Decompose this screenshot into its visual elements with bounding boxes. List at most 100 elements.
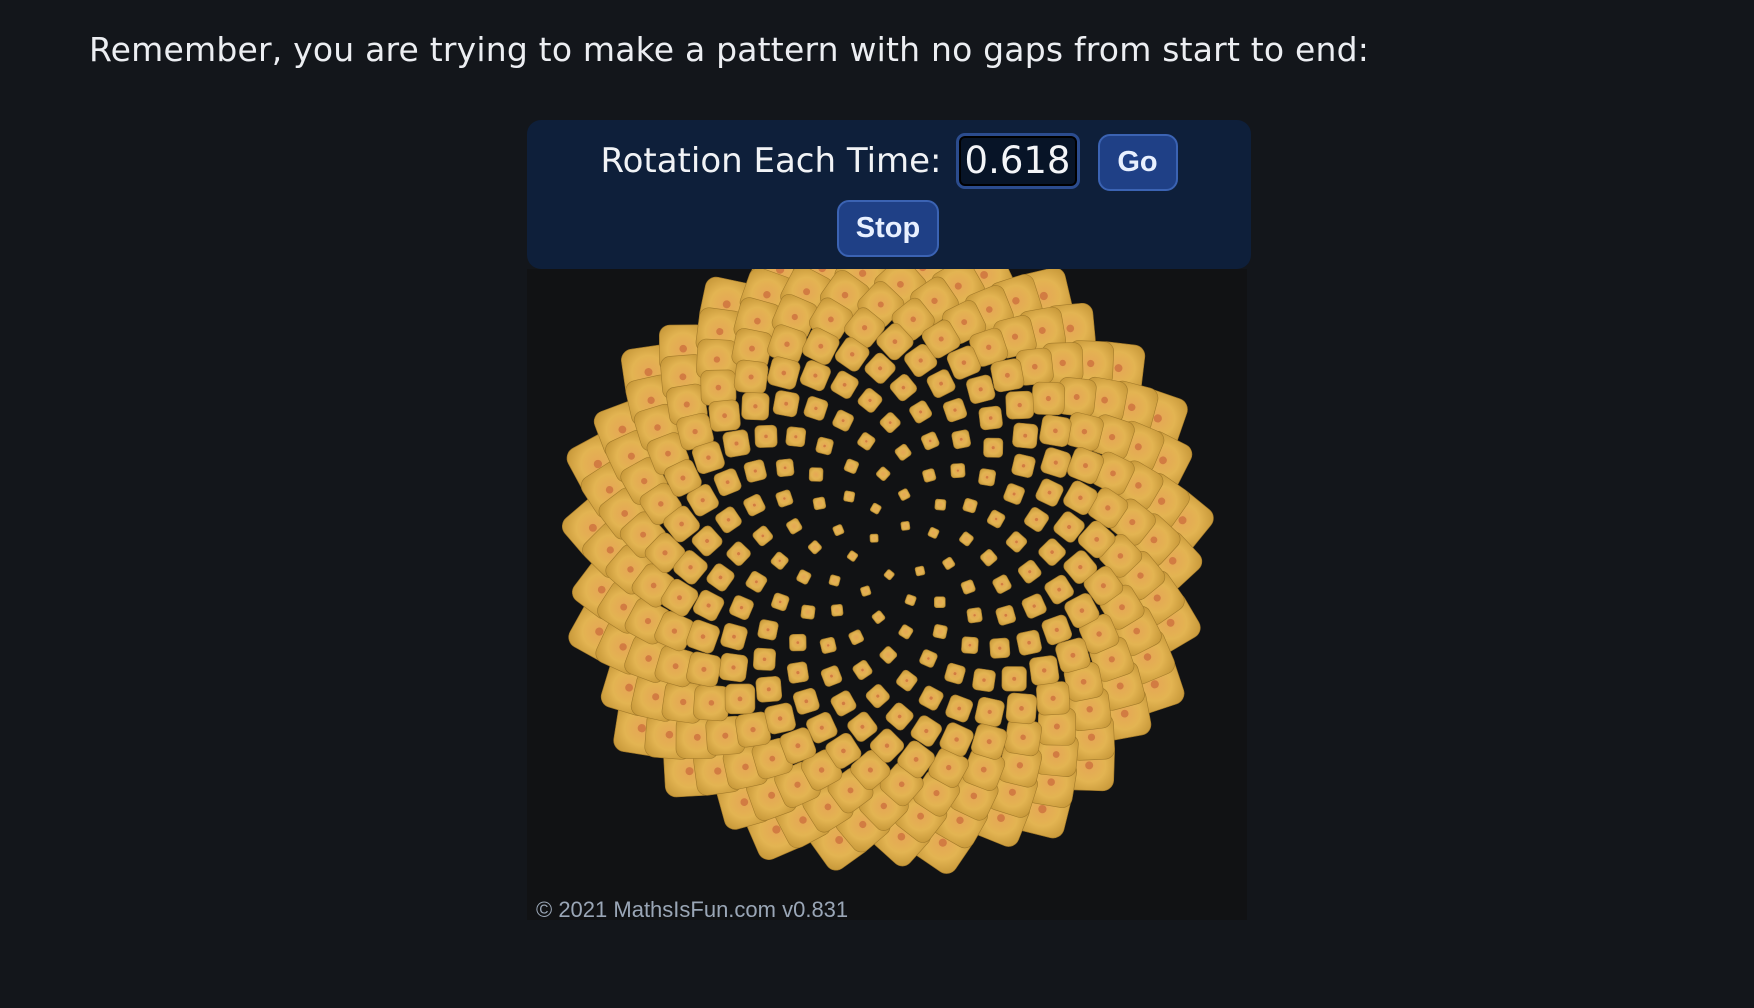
seed: [753, 647, 776, 671]
seed: [966, 374, 996, 404]
seed: [815, 436, 834, 456]
seed: [904, 594, 917, 607]
seed: [966, 607, 983, 624]
seed: [876, 466, 891, 481]
seed: [927, 527, 940, 539]
seed: [819, 636, 837, 654]
seed: [926, 369, 956, 398]
seed: [715, 506, 742, 534]
seed: [722, 429, 751, 458]
seed: [990, 358, 1025, 393]
seed: [860, 585, 872, 597]
seed: [843, 490, 856, 503]
seed: [1024, 507, 1049, 532]
seed: [1011, 453, 1036, 478]
seed: [852, 660, 873, 680]
seed: [992, 574, 1012, 594]
seed: [771, 592, 790, 612]
seed: [857, 388, 883, 413]
seed: [871, 610, 886, 624]
seed: [870, 502, 882, 515]
go-button[interactable]: Go: [1097, 134, 1178, 191]
seed: [775, 458, 795, 478]
seed: [898, 624, 914, 640]
seed: [986, 509, 1006, 529]
seed: [808, 467, 824, 482]
seed: [729, 595, 754, 620]
seed: [920, 431, 940, 451]
seed: [1038, 538, 1066, 566]
seed: [1005, 390, 1034, 420]
seed: [983, 437, 1004, 458]
seed: [865, 684, 890, 709]
seed: [934, 498, 947, 511]
seed: [743, 459, 767, 483]
seed: [733, 359, 769, 395]
sunflower-canvas: © 2021 MathsIsFun.com v0.831: [527, 269, 1247, 920]
seed: [757, 619, 779, 641]
seed: [896, 669, 918, 692]
seed: [745, 570, 768, 593]
seed: [1040, 447, 1072, 478]
seed: [919, 649, 938, 668]
seed: [1016, 629, 1042, 656]
seed: [1017, 559, 1042, 584]
seed: [764, 702, 796, 735]
seed: [706, 563, 735, 592]
seed: [803, 396, 829, 421]
seed: [848, 629, 864, 646]
stop-button[interactable]: Stop: [837, 200, 939, 257]
seed: [885, 702, 914, 731]
seed: [869, 533, 879, 543]
seed: [708, 399, 741, 432]
seed: [972, 668, 996, 692]
seed: [828, 574, 841, 587]
seed: [942, 398, 968, 423]
seed-pattern: [561, 269, 1214, 874]
seed: [755, 676, 783, 703]
instruction-text: Remember, you are trying to make a patte…: [89, 30, 1370, 69]
seed: [894, 443, 912, 461]
seed: [900, 521, 911, 531]
seed: [942, 556, 956, 570]
seed: [754, 424, 778, 448]
seed: [812, 496, 827, 511]
seed: [713, 468, 742, 497]
seed: [995, 605, 1017, 626]
rotation-input[interactable]: [955, 132, 1080, 189]
seed: [933, 596, 946, 609]
controls-panel: Rotation Each Time: Go Stop: [527, 120, 1251, 269]
seed: [686, 651, 722, 688]
seed: [789, 633, 807, 652]
seed: [1001, 666, 1027, 692]
seed: [830, 690, 857, 717]
seed: [693, 684, 730, 722]
seed: [792, 687, 820, 715]
seed: [857, 432, 876, 451]
seed: [974, 696, 1005, 727]
seed: [978, 468, 997, 487]
seed: [918, 685, 944, 711]
seed: [830, 370, 859, 399]
seed: [786, 518, 803, 535]
seed: [1031, 381, 1066, 416]
seed: [945, 694, 974, 723]
seed: [724, 683, 756, 715]
seed: [785, 426, 807, 448]
seed: [1021, 593, 1047, 619]
seed: [962, 498, 978, 514]
seed: [846, 550, 859, 562]
seed: [1012, 422, 1039, 449]
seed: [1039, 414, 1072, 447]
seed: [1005, 692, 1038, 725]
seed: [786, 661, 809, 684]
seed: [796, 569, 812, 585]
seed: [770, 551, 789, 570]
seed: [752, 525, 774, 547]
seed: [741, 392, 770, 421]
seed: [879, 412, 901, 434]
seed: [1029, 655, 1060, 686]
seed: [959, 531, 974, 547]
seed: [944, 662, 966, 685]
seed: [775, 489, 794, 508]
